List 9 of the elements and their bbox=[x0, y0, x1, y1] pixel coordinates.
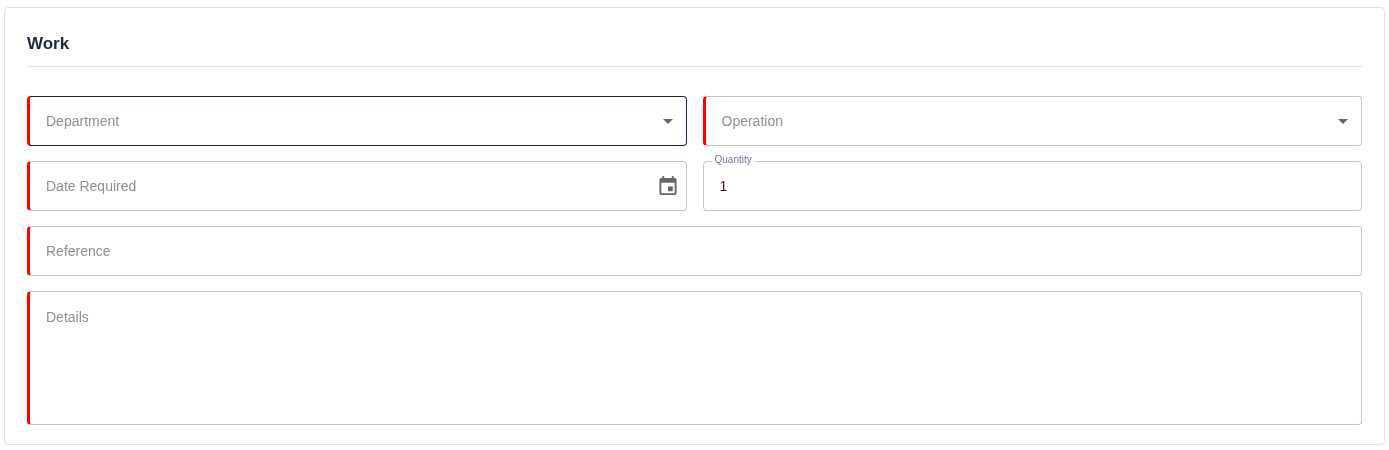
date-field[interactable]: Date Required bbox=[27, 161, 687, 211]
dropdown-field[interactable]: Department bbox=[27, 96, 687, 146]
caret-icon bbox=[662, 118, 673, 124]
field-label: Quantity bbox=[711, 153, 755, 167]
input-field[interactable]: Reference bbox=[27, 226, 1362, 276]
section-title: Work bbox=[27, 33, 71, 55]
calendar-icon bbox=[658, 176, 677, 196]
caret-icon bbox=[1338, 118, 1348, 124]
details-field[interactable]: Details bbox=[27, 291, 1362, 425]
